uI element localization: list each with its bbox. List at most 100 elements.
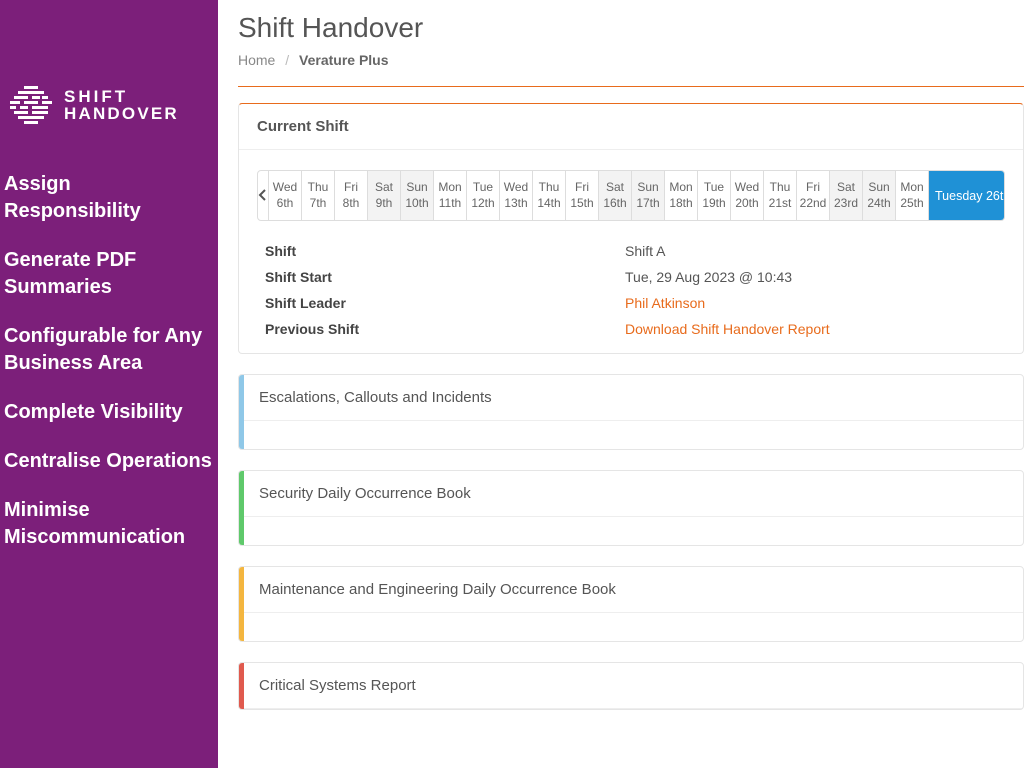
date-cell[interactable]: Sat16th [599,171,632,220]
panel-header-current-shift: Current Shift [239,104,1023,150]
date-cell[interactable]: Wed6th [269,171,302,220]
sidebar-item-configurable[interactable]: Configurable for Any Business Area [0,312,218,388]
label-previous-shift: Previous Shift [265,321,625,337]
date-today[interactable]: Tuesday 26th, September [929,171,1005,220]
brand-line1: SHIFT [64,88,179,105]
date-num: 25th [896,195,928,211]
date-cell[interactable]: Sun17th [632,171,665,220]
date-prev-button[interactable] [258,171,269,220]
date-dow: Sat [599,179,631,195]
date-num: 12th [467,195,499,211]
date-dow: Wed [500,179,532,195]
breadcrumb-home[interactable]: Home [238,52,275,68]
panel-body-escalations [239,421,1023,449]
value-shift-start: Tue, 29 Aug 2023 @ 10:43 [625,269,997,285]
date-num: 8th [335,195,367,211]
panel-body-maintenance [239,613,1023,641]
panel-body-security [239,517,1023,545]
value-previous-shift: Download Shift Handover Report [625,321,997,337]
chevron-left-icon [258,188,268,204]
date-cell[interactable]: Sat9th [368,171,401,220]
panel-current-shift: Current Shift Wed6thThu7thFri8thSat9thSu… [238,103,1024,354]
brand-text: SHIFT HANDOVER [64,88,179,122]
panel-escalations[interactable]: Escalations, Callouts and Incidents [238,374,1024,450]
date-num: 16th [599,195,631,211]
date-dow: Fri [335,179,367,195]
date-num: 23rd [830,195,862,211]
sidebar-item-assign-responsibility[interactable]: Assign Responsibility [0,160,218,236]
label-shift: Shift [265,243,625,259]
date-num: 15th [566,195,598,211]
panel-security[interactable]: Security Daily Occurrence Book [238,470,1024,546]
brand-logo: SHIFT HANDOVER [0,86,218,160]
date-cell[interactable]: Fri22nd [797,171,830,220]
value-shift-leader: Phil Atkinson [625,295,997,311]
date-dow: Tue [467,179,499,195]
date-num: 7th [302,195,334,211]
date-num: 24th [863,195,895,211]
date-cell[interactable]: Sun10th [401,171,434,220]
date-num: 19th [698,195,730,211]
date-cell[interactable]: Mon11th [434,171,467,220]
shift-info: Shift Shift A Shift Start Tue, 29 Aug 20… [257,243,1005,337]
page-title: Shift Handover [238,12,1024,44]
date-dow: Mon [665,179,697,195]
date-num: 6th [269,195,301,211]
brand-line2: HANDOVER [64,105,179,122]
link-download-report[interactable]: Download Shift Handover Report [625,321,830,337]
value-shift: Shift A [625,243,997,259]
date-cell[interactable]: Wed13th [500,171,533,220]
date-cell[interactable]: Mon18th [665,171,698,220]
panel-header-escalations: Escalations, Callouts and Incidents [239,375,1023,421]
date-cell[interactable]: Sun24th [863,171,896,220]
panel-header-maintenance: Maintenance and Engineering Daily Occurr… [239,567,1023,613]
sidebar-item-generate-pdf[interactable]: Generate PDF Summaries [0,236,218,312]
date-dow: Mon [896,179,928,195]
date-dow: Sat [830,179,862,195]
date-cell[interactable]: Thu21st [764,171,797,220]
sidebar-item-centralise-operations[interactable]: Centralise Operations [0,437,218,486]
date-dow: Sun [863,179,895,195]
date-num: 14th [533,195,565,211]
panel-critical[interactable]: Critical Systems Report [238,662,1024,710]
panel-header-critical: Critical Systems Report [239,663,1023,709]
date-cell[interactable]: Wed20th [731,171,764,220]
date-dow: Fri [797,179,829,195]
date-cell[interactable]: Sat23rd [830,171,863,220]
main-content: Shift Handover Home / Verature Plus Curr… [218,0,1024,768]
date-cell[interactable]: Tue12th [467,171,500,220]
date-num: 20th [731,195,763,211]
date-cell[interactable]: Mon25th [896,171,929,220]
date-dow: Fri [566,179,598,195]
date-dow: Sun [401,179,433,195]
date-dow: Wed [731,179,763,195]
date-num: 10th [401,195,433,211]
divider [238,86,1024,87]
label-shift-leader: Shift Leader [265,295,625,311]
date-strip: Wed6thThu7thFri8thSat9thSun10thMon11thTu… [257,170,1005,221]
breadcrumb: Home / Verature Plus [238,52,1024,68]
breadcrumb-separator: / [285,52,289,68]
date-cell[interactable]: Thu14th [533,171,566,220]
link-shift-leader[interactable]: Phil Atkinson [625,295,705,311]
date-dow: Tue [698,179,730,195]
sidebar-item-complete-visibility[interactable]: Complete Visibility [0,388,218,437]
date-dow: Mon [434,179,466,195]
date-dow: Sat [368,179,400,195]
label-shift-start: Shift Start [265,269,625,285]
date-num: 22nd [797,195,829,211]
sidebar-item-minimise-miscommunication[interactable]: Minimise Miscommunication [0,486,218,562]
logo-icon [10,86,52,124]
date-num: 21st [764,195,796,211]
panel-body-current-shift: Wed6thThu7thFri8thSat9thSun10thMon11thTu… [239,150,1023,353]
panel-maintenance[interactable]: Maintenance and Engineering Daily Occurr… [238,566,1024,642]
date-cell[interactable]: Fri8th [335,171,368,220]
panel-header-security: Security Daily Occurrence Book [239,471,1023,517]
date-dow: Thu [533,179,565,195]
date-cell[interactable]: Fri15th [566,171,599,220]
date-cell[interactable]: Thu7th [302,171,335,220]
date-num: 18th [665,195,697,211]
date-cell[interactable]: Tue19th [698,171,731,220]
date-num: 11th [434,195,466,211]
date-dow: Thu [302,179,334,195]
